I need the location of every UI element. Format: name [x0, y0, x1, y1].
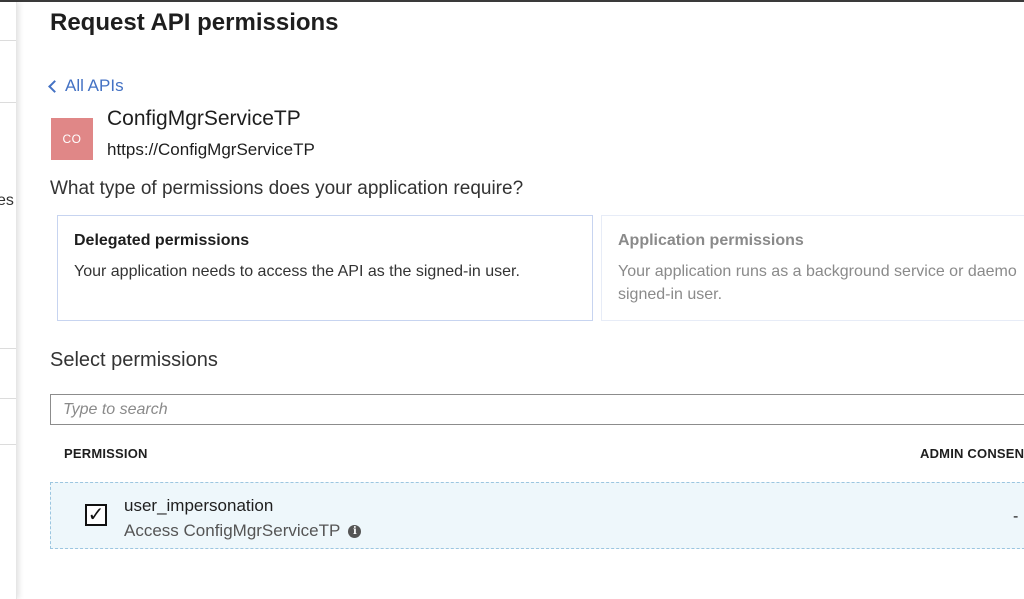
delegated-permissions-card[interactable]: Delegated permissions Your application n… [57, 215, 593, 321]
admin-consent-value: - [1013, 508, 1019, 525]
rail-text-fragment: es [0, 192, 14, 209]
card-title: Application permissions [618, 232, 804, 249]
permission-search-input[interactable] [50, 394, 1024, 425]
rail-divider [0, 102, 16, 103]
permission-name: user_impersonation [124, 496, 274, 515]
card-title: Delegated permissions [74, 232, 250, 249]
all-apis-back-link[interactable]: All APIs [48, 76, 124, 96]
page-title: Request API permissions [50, 9, 339, 36]
chevron-left-icon [48, 80, 61, 93]
api-logo: CO [51, 118, 93, 160]
table-row[interactable]: ✓ user_impersonation Access ConfigMgrSer… [50, 482, 1024, 549]
column-header-admin-consent: ADMIN CONSENT [920, 446, 1024, 461]
rail-divider [0, 40, 16, 41]
background-blade-edge: es [0, 2, 17, 599]
permission-checkbox[interactable]: ✓ [85, 504, 107, 526]
column-header-permission: PERMISSION [64, 446, 148, 461]
permission-description: Access ConfigMgrServiceTP [124, 521, 341, 540]
api-url: https://ConfigMgrServiceTP [107, 140, 315, 159]
select-permissions-heading: Select permissions [50, 349, 218, 371]
permission-type-question: What type of permissions does your appli… [50, 178, 524, 199]
application-permissions-card[interactable]: Application permissions Your application… [601, 215, 1024, 321]
rail-divider [0, 398, 16, 399]
info-icon[interactable]: i [348, 524, 362, 538]
window-top-border [0, 0, 1024, 2]
permission-description-wrap: Access ConfigMgrServiceTP i [124, 521, 362, 541]
checkmark-icon: ✓ [87, 504, 105, 526]
api-name: ConfigMgrServiceTP [107, 107, 301, 130]
rail-divider [0, 444, 16, 445]
rail-divider [0, 348, 16, 349]
card-description: Your application needs to access the API… [74, 263, 520, 280]
card-description: Your application runs as a background se… [618, 263, 1017, 303]
back-link-label: All APIs [65, 76, 124, 95]
